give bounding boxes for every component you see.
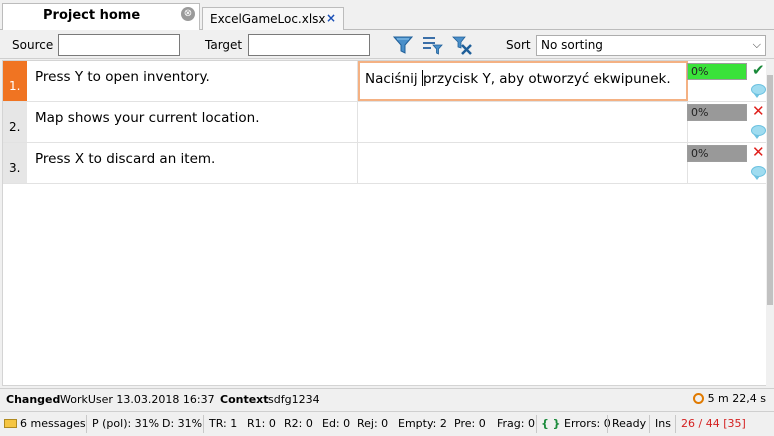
- sort-label: Sort: [506, 38, 531, 52]
- source-filter-input[interactable]: [58, 34, 180, 56]
- comment-icon[interactable]: [751, 166, 766, 180]
- changed-value: WorkUser 13.03.2018 16:37: [60, 393, 215, 406]
- segment-row[interactable]: 1. Press Y to open inventory. Naciśnij p…: [3, 61, 769, 102]
- target-text-after: przycisk Y, aby otworzyć ekwipunek.: [422, 71, 671, 87]
- errors-count: Errors: 0: [564, 417, 611, 430]
- match-percent: 0%: [687, 145, 747, 162]
- source-cell[interactable]: Press X to discard an item.: [27, 143, 358, 183]
- cross-icon[interactable]: ✕: [752, 143, 765, 161]
- check-icon[interactable]: ✔: [752, 61, 765, 79]
- envelope-icon: [4, 419, 17, 428]
- close-icon[interactable]: ⊗: [181, 7, 195, 21]
- changed-label: Changed: [6, 393, 61, 406]
- match-percent: 0%: [687, 104, 747, 121]
- progress-status: P (pol): 31%: [92, 417, 160, 430]
- ed-status: Ed: 0: [322, 417, 351, 430]
- filter-icon[interactable]: [392, 34, 414, 56]
- segment-row[interactable]: 3. Press X to discard an item. 0% ✕: [3, 143, 769, 184]
- messages-count: 6 messages: [20, 417, 86, 430]
- filter-clear-icon[interactable]: [451, 34, 473, 56]
- target-cell[interactable]: [358, 143, 688, 183]
- rej-status: Rej: 0: [357, 417, 389, 430]
- segment-info-bar: Changed WorkUser 13.03.2018 16:37 Contex…: [0, 388, 774, 410]
- cross-icon[interactable]: ✕: [752, 102, 765, 120]
- tab-project-home-label: Project home: [43, 8, 141, 23]
- tab-excel-file-label: ExcelGameLoc.xlsx: [210, 12, 326, 26]
- errors-status[interactable]: { } Errors: 0: [541, 417, 611, 430]
- tab-project-home[interactable]: Project home ⊗: [2, 3, 200, 30]
- segment-number: 1.: [3, 61, 27, 101]
- ready-status: Ready: [612, 417, 647, 430]
- vertical-scrollbar[interactable]: [766, 60, 774, 386]
- target-filter-input[interactable]: [248, 34, 370, 56]
- close-icon[interactable]: ×: [326, 11, 336, 25]
- timer: 5 m 22,4 s: [692, 392, 766, 405]
- r1-status: R1: 0: [247, 417, 276, 430]
- braces-icon: { }: [541, 417, 561, 430]
- timer-value: 5 m 22,4 s: [707, 392, 766, 405]
- match-percent: 0%: [687, 63, 747, 80]
- target-text-before: Naciśnij: [365, 71, 422, 87]
- target-label: Target: [205, 38, 243, 52]
- comment-icon[interactable]: [751, 84, 766, 98]
- insert-mode-status: Ins: [655, 417, 671, 430]
- r2-status: R2: 0: [284, 417, 313, 430]
- comment-icon[interactable]: [751, 125, 766, 139]
- clock-icon: [692, 393, 704, 404]
- messages-status[interactable]: 6 messages: [4, 417, 86, 430]
- source-cell[interactable]: Press Y to open inventory.: [27, 61, 358, 101]
- chevron-down-icon: ⌵: [752, 38, 761, 51]
- context-label: Context: [220, 393, 269, 406]
- tab-excel-file[interactable]: ExcelGameLoc.xlsx ×: [202, 7, 344, 30]
- context-value: sdfg1234: [268, 393, 320, 406]
- segment-number: 2.: [3, 102, 27, 142]
- filter-list-icon[interactable]: [421, 34, 443, 56]
- done-status: D: 31%: [162, 417, 203, 430]
- tr-status: TR: 1: [209, 417, 238, 430]
- segment-number: 3.: [3, 143, 27, 183]
- target-cell[interactable]: Naciśnij przycisk Y, aby otworzyć ekwipu…: [358, 61, 688, 101]
- sort-select[interactable]: No sorting ⌵: [536, 35, 766, 56]
- translation-grid: 1. Press Y to open inventory. Naciśnij p…: [2, 60, 769, 386]
- sort-select-value: No sorting: [541, 38, 603, 52]
- filter-toolbar: Source Target Sort No sorting ⌵: [0, 31, 774, 59]
- pre-status: Pre: 0: [454, 417, 486, 430]
- source-cell[interactable]: Map shows your current location.: [27, 102, 358, 142]
- status-bar: 6 messages P (pol): 31% D: 31% TR: 1 R1:…: [0, 411, 774, 436]
- source-label: Source: [12, 38, 54, 52]
- scrollbar-thumb[interactable]: [767, 75, 773, 305]
- frag-status: Frag: 0: [497, 417, 535, 430]
- segment-row[interactable]: 2. Map shows your current location. 0% ✕: [3, 102, 769, 143]
- target-cell[interactable]: [358, 102, 688, 142]
- empty-status: Empty: 2: [398, 417, 447, 430]
- tab-bar: Project home ⊗ ExcelGameLoc.xlsx ×: [0, 0, 774, 30]
- segment-position-status: 26 / 44 [35]: [681, 417, 746, 430]
